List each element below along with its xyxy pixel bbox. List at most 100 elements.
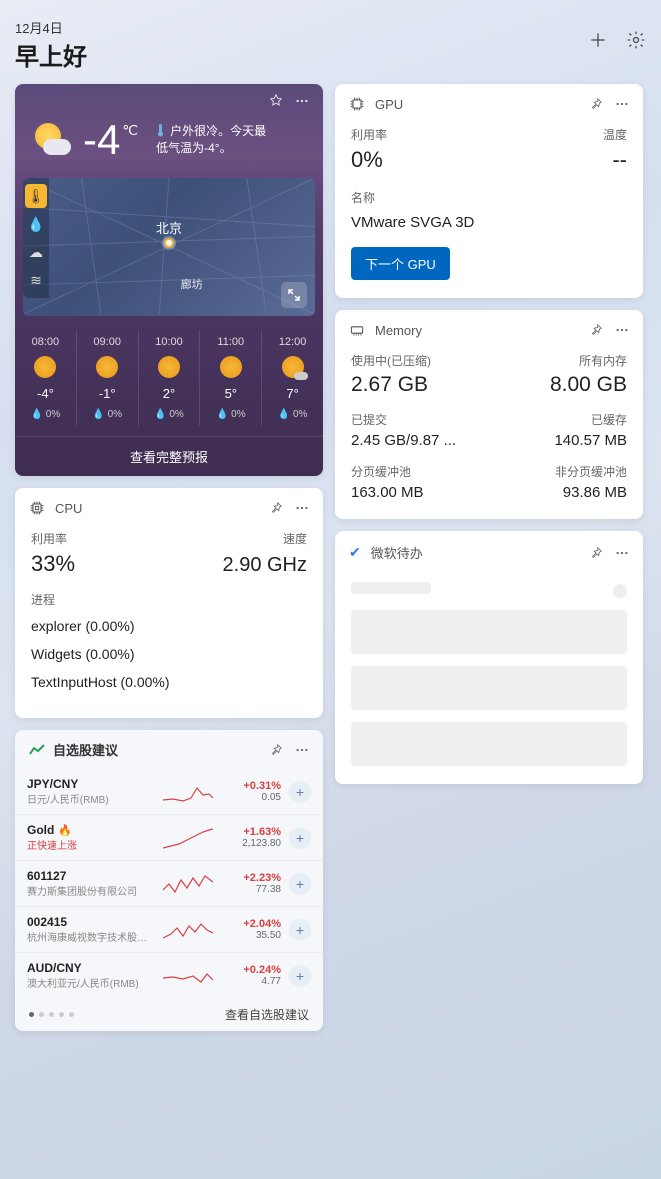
- stock-row[interactable]: Gold 🔥 正快速上涨 +1.63% 2,123.80 +: [15, 815, 323, 861]
- weather-widget: -4℃ 户外很冷。今天最 低气温为-4°。 🌡 💧: [15, 84, 323, 476]
- gpu-util-value: 0%: [351, 147, 383, 173]
- cpu-icon: [29, 500, 45, 516]
- stock-row[interactable]: AUD/CNY 澳大利亚元/人民币(RMB) +0.24% 4.77 +: [15, 953, 323, 998]
- map-city-marker: [164, 238, 174, 248]
- cpu-process-item: TextInputHost (0.00%): [31, 674, 307, 690]
- stock-add-button[interactable]: +: [289, 781, 311, 803]
- map-layer-precip-icon[interactable]: 💧: [23, 210, 49, 238]
- stock-change: +2.23%: [221, 872, 281, 884]
- todo-title: 微软待办: [371, 543, 423, 562]
- mem-cached-value: 140.57 MB: [554, 432, 627, 449]
- todo-skeleton: [351, 582, 431, 594]
- hour-weather-icon: [96, 356, 118, 378]
- hour-weather-icon: [282, 356, 304, 378]
- hour-time: 08:00: [32, 336, 60, 348]
- stock-price: 35.50: [221, 930, 281, 941]
- hour-temp: 7°: [286, 386, 298, 401]
- stock-name: 正快速上涨: [27, 837, 155, 852]
- gpu-widget: GPU 利用率 温度 0% -- 名称 VMware SVGA 3D 下一: [335, 84, 643, 298]
- add-widget-button[interactable]: [588, 30, 608, 50]
- cpu-util-label: 利用率: [31, 530, 67, 547]
- more-icon[interactable]: [615, 323, 629, 337]
- map-expand-button[interactable]: [281, 282, 307, 308]
- stock-add-button[interactable]: +: [289, 873, 311, 895]
- stock-sparkline: [163, 780, 213, 804]
- stocks-widget: 自选股建议 JPY/CNY 日元/人民币(RMB) +0.31% 0.05 + …: [15, 730, 323, 1031]
- stock-symbol: 002415: [27, 915, 155, 929]
- stock-change: +2.04%: [221, 918, 281, 930]
- more-icon[interactable]: [295, 743, 309, 757]
- mem-used-label: 使用中(已压缩): [351, 352, 431, 369]
- stock-sparkline: [163, 964, 213, 988]
- date-label: 12月4日: [15, 18, 87, 37]
- hour-temp: -4°: [37, 386, 54, 401]
- mem-committed-label: 已提交: [351, 411, 387, 428]
- hour-temp: 2°: [163, 386, 175, 401]
- stocks-icon: [29, 744, 45, 756]
- full-forecast-link[interactable]: 查看完整预报: [15, 436, 323, 476]
- todo-skeleton: [351, 610, 627, 654]
- gpu-name-value: VMware SVGA 3D: [351, 214, 627, 231]
- stock-add-button[interactable]: +: [289, 965, 311, 987]
- memory-icon: [349, 322, 365, 338]
- hourly-forecast: 08:00 -4° 💧 0%09:00 -1° 💧 0%10:00 2° 💧 0…: [15, 316, 323, 436]
- pin-icon[interactable]: [269, 94, 283, 108]
- hour-weather-icon: [34, 356, 56, 378]
- mem-total-value: 8.00 GB: [550, 373, 627, 397]
- mem-total-label: 所有内存: [579, 352, 627, 369]
- pin-icon[interactable]: [269, 501, 283, 515]
- more-icon[interactable]: [615, 97, 629, 111]
- hour-precip: 💧 0%: [92, 409, 122, 420]
- stocks-pagination[interactable]: [29, 1012, 74, 1017]
- hourly-item[interactable]: 12:00 7° 💧 0%: [262, 330, 323, 426]
- mem-nonpaged-value: 93.86 MB: [563, 484, 627, 501]
- stock-row[interactable]: JPY/CNY 日元/人民币(RMB) +0.31% 0.05 +: [15, 769, 323, 815]
- cpu-speed-value: 2.90 GHz: [223, 554, 307, 577]
- map-layer-wind-icon[interactable]: ≋: [23, 266, 49, 294]
- stock-row[interactable]: 601127 赛力斯集团股份有限公司 +2.23% 77.38 +: [15, 861, 323, 907]
- more-icon[interactable]: [295, 94, 309, 108]
- stock-sparkline: [163, 826, 213, 850]
- hour-temp: -1°: [99, 386, 116, 401]
- pin-icon[interactable]: [589, 323, 603, 337]
- cpu-process-item: Widgets (0.00%): [31, 646, 307, 662]
- stock-symbol: Gold 🔥: [27, 823, 155, 837]
- more-icon[interactable]: [615, 546, 629, 560]
- hour-time: 09:00: [93, 336, 121, 348]
- more-icon[interactable]: [295, 501, 309, 515]
- todo-icon: ✔: [349, 544, 361, 561]
- settings-icon[interactable]: [626, 30, 646, 50]
- stocks-title: 自选股建议: [53, 740, 118, 759]
- pin-icon[interactable]: [589, 546, 603, 560]
- hour-time: 12:00: [279, 336, 307, 348]
- mem-committed-value: 2.45 GB/9.87 ...: [351, 432, 456, 449]
- pin-icon[interactable]: [269, 743, 283, 757]
- hourly-item[interactable]: 10:00 2° 💧 0%: [139, 330, 201, 426]
- weather-description: 户外很冷。今天最 低气温为-4°。: [156, 123, 266, 157]
- hourly-item[interactable]: 09:00 -1° 💧 0%: [77, 330, 139, 426]
- current-temperature: -4℃: [83, 116, 138, 164]
- mem-nonpaged-label: 非分页缓冲池: [555, 463, 627, 480]
- gpu-temp-label: 温度: [603, 126, 627, 143]
- memory-widget: Memory 使用中(已压缩)所有内存 2.67 GB8.00 GB 已提交已缓…: [335, 310, 643, 519]
- stock-symbol: JPY/CNY: [27, 777, 155, 791]
- next-gpu-button[interactable]: 下一个 GPU: [351, 247, 450, 280]
- stock-sparkline: [163, 872, 213, 896]
- stock-add-button[interactable]: +: [289, 827, 311, 849]
- stock-name: 日元/人民币(RMB): [27, 791, 155, 806]
- stock-row[interactable]: 002415 杭州海康威视数字技术股份... +2.04% 35.50 +: [15, 907, 323, 953]
- greeting-label: 早上好: [15, 37, 87, 72]
- stock-symbol: 601127: [27, 869, 155, 883]
- pin-icon[interactable]: [589, 97, 603, 111]
- weather-map[interactable]: 🌡 💧 ☁ ≋ 北京 廊坊: [23, 178, 315, 316]
- stock-name: 澳大利亚元/人民币(RMB): [27, 975, 155, 990]
- hour-time: 10:00: [155, 336, 183, 348]
- stock-add-button[interactable]: +: [289, 919, 311, 941]
- hourly-item[interactable]: 11:00 5° 💧 0%: [200, 330, 262, 426]
- stock-change: +0.24%: [221, 964, 281, 976]
- map-layer-cloud-icon[interactable]: ☁: [23, 238, 49, 266]
- stocks-view-all-link[interactable]: 查看自选股建议: [225, 1006, 309, 1023]
- hourly-item[interactable]: 08:00 -4° 💧 0%: [15, 330, 77, 426]
- map-layer-temp-icon[interactable]: 🌡: [25, 184, 47, 208]
- mem-paged-value: 163.00 MB: [351, 484, 424, 501]
